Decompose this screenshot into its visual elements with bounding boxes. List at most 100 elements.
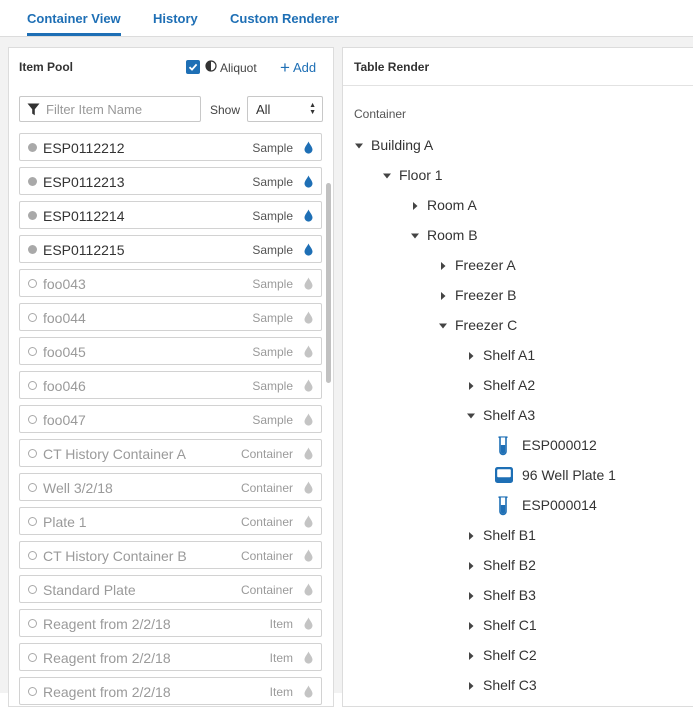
item-pool-row[interactable]: Reagent from 2/2/18 Item bbox=[19, 609, 322, 637]
caret-right-icon[interactable] bbox=[466, 531, 476, 541]
caret-right-icon[interactable] bbox=[466, 681, 476, 691]
caret-right-icon[interactable] bbox=[466, 561, 476, 571]
aliquot-label: Aliquot bbox=[220, 61, 257, 75]
tree-node[interactable]: Floor 1 bbox=[382, 167, 682, 197]
caret-right-icon[interactable] bbox=[438, 291, 448, 301]
tree-node[interactable]: Shelf A3 bbox=[466, 407, 693, 437]
tree-node-label: ESP000014 bbox=[522, 497, 597, 513]
tree-node[interactable]: Freezer B bbox=[438, 287, 693, 317]
tree-node[interactable]: Shelf C3 bbox=[466, 677, 693, 707]
item-name: Reagent from 2/2/18 bbox=[43, 650, 171, 666]
add-button[interactable]: + Add bbox=[280, 58, 316, 78]
table-render-panel: Table Render Container Building A Floor 1… bbox=[342, 47, 693, 707]
tab-container-view[interactable]: Container View bbox=[27, 11, 121, 36]
show-label: Show bbox=[210, 103, 241, 117]
droplet-icon bbox=[304, 685, 313, 698]
filled-circle-icon bbox=[28, 177, 37, 186]
item-name: ESP0112213 bbox=[43, 174, 125, 190]
item-pool-row[interactable]: ESP0112212 Sample bbox=[19, 133, 322, 161]
tree-node[interactable]: ESP000012 bbox=[494, 436, 693, 467]
tab-custom-renderer[interactable]: Custom Renderer bbox=[230, 11, 339, 26]
filled-circle-icon bbox=[28, 245, 37, 254]
item-pool-row[interactable]: foo043 Sample bbox=[19, 269, 322, 297]
tree-node[interactable]: Building A bbox=[354, 137, 654, 167]
tree-node-label: Shelf C1 bbox=[483, 617, 537, 633]
caret-down-icon[interactable] bbox=[382, 171, 392, 181]
add-button-label: Add bbox=[292, 60, 317, 75]
empty-circle-icon bbox=[28, 551, 37, 560]
item-list-scrollbar[interactable] bbox=[326, 183, 331, 383]
tab-history[interactable]: History bbox=[153, 11, 198, 26]
droplet-icon bbox=[304, 243, 313, 256]
tree-node[interactable]: Room B bbox=[410, 227, 693, 257]
caret-right-icon[interactable] bbox=[466, 621, 476, 631]
item-name: foo045 bbox=[43, 344, 86, 360]
tree-node[interactable]: Shelf B1 bbox=[466, 527, 693, 557]
container-column-label: Container bbox=[354, 107, 407, 121]
caret-right-icon[interactable] bbox=[466, 381, 476, 391]
item-pool-row[interactable]: ESP0112213 Sample bbox=[19, 167, 322, 195]
caret-down-icon[interactable] bbox=[410, 231, 420, 241]
empty-circle-icon bbox=[28, 313, 37, 322]
content-area: Item Pool Aliquot +Add Show All ▲▼ E bbox=[0, 37, 693, 707]
tree-node[interactable]: Shelf B3 bbox=[466, 587, 693, 617]
item-pool-row[interactable]: CT History Container B Container bbox=[19, 541, 322, 569]
caret-right-icon[interactable] bbox=[466, 591, 476, 601]
item-pool-row[interactable]: Reagent from 2/2/18 Item bbox=[19, 643, 322, 671]
caret-down-icon[interactable] bbox=[466, 411, 476, 421]
caret-right-icon[interactable] bbox=[466, 351, 476, 361]
droplet-icon bbox=[304, 617, 313, 630]
tree-node[interactable]: ESP000014 bbox=[494, 496, 693, 527]
tree-node-label: Building A bbox=[371, 137, 434, 153]
item-name: foo046 bbox=[43, 378, 86, 394]
item-pool-row[interactable]: Reagent from 2/2/18 Item bbox=[19, 677, 322, 705]
item-pool-row[interactable]: foo046 Sample bbox=[19, 371, 322, 399]
tree-node-label: Shelf C3 bbox=[483, 677, 537, 693]
item-type: Item bbox=[269, 617, 293, 631]
tree-node[interactable]: Freezer C bbox=[438, 317, 693, 347]
show-select[interactable]: All ▲ ▼ bbox=[247, 96, 323, 122]
tree-node[interactable]: Shelf A1 bbox=[466, 347, 693, 377]
item-pool-row[interactable]: foo045 Sample bbox=[19, 337, 322, 365]
item-pool-row[interactable]: Well 3/2/18 Container bbox=[19, 473, 322, 501]
item-pool-row[interactable]: foo044 Sample bbox=[19, 303, 322, 331]
item-name: ESP0112215 bbox=[43, 242, 125, 258]
item-name: Reagent from 2/2/18 bbox=[43, 616, 171, 632]
empty-circle-icon bbox=[28, 415, 37, 424]
plate-icon bbox=[495, 467, 513, 483]
item-pool-title: Item Pool bbox=[19, 60, 74, 74]
tree-node-label: Shelf A3 bbox=[483, 407, 536, 423]
tree-node[interactable]: Shelf C2 bbox=[466, 647, 693, 677]
item-pool-row[interactable]: Standard Plate Container bbox=[19, 575, 322, 603]
tree-node[interactable]: Shelf A2 bbox=[466, 377, 693, 407]
item-name: foo047 bbox=[43, 412, 86, 428]
droplet-icon bbox=[304, 515, 313, 528]
caret-right-icon[interactable] bbox=[466, 651, 476, 661]
filled-circle-icon bbox=[28, 143, 37, 152]
item-type: Sample bbox=[252, 243, 293, 257]
caret-right-icon[interactable] bbox=[438, 261, 448, 271]
item-pool-row[interactable]: ESP0112215 Sample bbox=[19, 235, 322, 263]
item-pool-row[interactable]: ESP0112214 Sample bbox=[19, 201, 322, 229]
tree-node-label: Shelf B1 bbox=[483, 527, 536, 543]
tree-node[interactable]: Freezer A bbox=[438, 257, 693, 287]
tree-node-label: Freezer C bbox=[455, 317, 518, 333]
empty-circle-icon bbox=[28, 483, 37, 492]
caret-down-icon[interactable] bbox=[354, 141, 364, 151]
table-render-title: Table Render bbox=[354, 60, 430, 74]
tree-node[interactable]: Room A bbox=[410, 197, 693, 227]
filter-item-name-input[interactable] bbox=[46, 100, 196, 118]
tree-node[interactable]: Shelf B2 bbox=[466, 557, 693, 587]
item-pool-panel: Item Pool Aliquot +Add Show All ▲▼ E bbox=[8, 47, 334, 707]
item-name: foo043 bbox=[43, 276, 86, 292]
filter-box bbox=[19, 96, 201, 122]
tree-node[interactable]: Shelf C1 bbox=[466, 617, 693, 647]
caret-down-icon[interactable] bbox=[438, 321, 448, 331]
item-pool-row[interactable]: Plate 1 Container bbox=[19, 507, 322, 535]
tree-node-label: ESP000012 bbox=[522, 437, 597, 453]
caret-right-icon[interactable] bbox=[410, 201, 420, 211]
aliquot-checkbox[interactable] bbox=[186, 60, 200, 74]
tree-node[interactable]: 96 Well Plate 1 bbox=[494, 467, 693, 497]
item-pool-row[interactable]: foo047 Sample bbox=[19, 405, 322, 433]
item-pool-row[interactable]: CT History Container A Container bbox=[19, 439, 322, 467]
